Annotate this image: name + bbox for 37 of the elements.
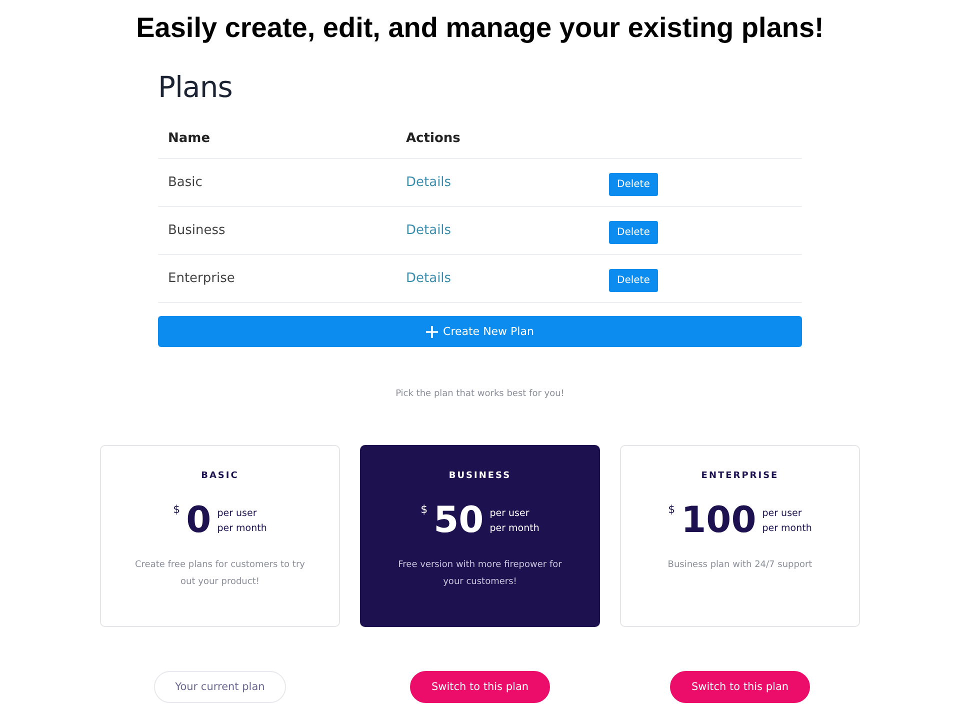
plan-name: Enterprise: [168, 271, 235, 286]
currency-symbol: $: [420, 503, 428, 516]
plan-description: Free version with more firepower for your customers!: [397, 559, 563, 589]
plan-title: BUSINESS: [448, 471, 512, 481]
delete-button[interactable]: Delete: [609, 173, 658, 196]
price: 100: [681, 503, 756, 539]
plan-description: Business plan with 24/7 support: [666, 559, 814, 572]
plan-name: Business: [168, 223, 226, 238]
details-link[interactable]: Details: [406, 175, 452, 190]
price-unit: per month: [762, 523, 812, 534]
price-unit: per user: [490, 508, 530, 519]
currency-symbol: $: [173, 503, 180, 516]
switch-plan-button[interactable]: Switch to this plan: [670, 671, 810, 703]
price-unit: per month: [217, 523, 267, 534]
price: 0: [186, 503, 212, 539]
details-link[interactable]: Details: [406, 223, 452, 238]
current-plan-button[interactable]: Your current plan: [154, 671, 286, 703]
currency-symbol: $: [668, 503, 676, 516]
tagline: Pick the plan that works best for you!: [396, 389, 564, 399]
plus-icon: [426, 326, 438, 338]
price-unit: per user: [762, 508, 803, 519]
switch-plan-button[interactable]: Switch to this plan: [410, 671, 550, 703]
plan-description: Create free plans for customers to try out your product!: [134, 559, 306, 589]
plan-title: BASIC: [201, 471, 239, 481]
plan-title: ENTERPRISE: [701, 471, 779, 481]
headline: Easily create, edit, and manage your existing plans!: [136, 12, 824, 44]
price-unit: per month: [490, 523, 540, 534]
price-unit: per user: [217, 508, 258, 519]
page-title: Plans: [158, 70, 234, 104]
details-link[interactable]: Details: [406, 271, 452, 286]
column-header: Actions: [406, 130, 462, 146]
delete-button[interactable]: Delete: [609, 269, 658, 292]
price: 50: [434, 503, 484, 539]
column-header: Name: [168, 130, 212, 146]
plan-name: Basic: [168, 175, 202, 190]
delete-button[interactable]: Delete: [609, 221, 658, 244]
create-plan-button[interactable]: Create New Plan: [158, 316, 802, 347]
